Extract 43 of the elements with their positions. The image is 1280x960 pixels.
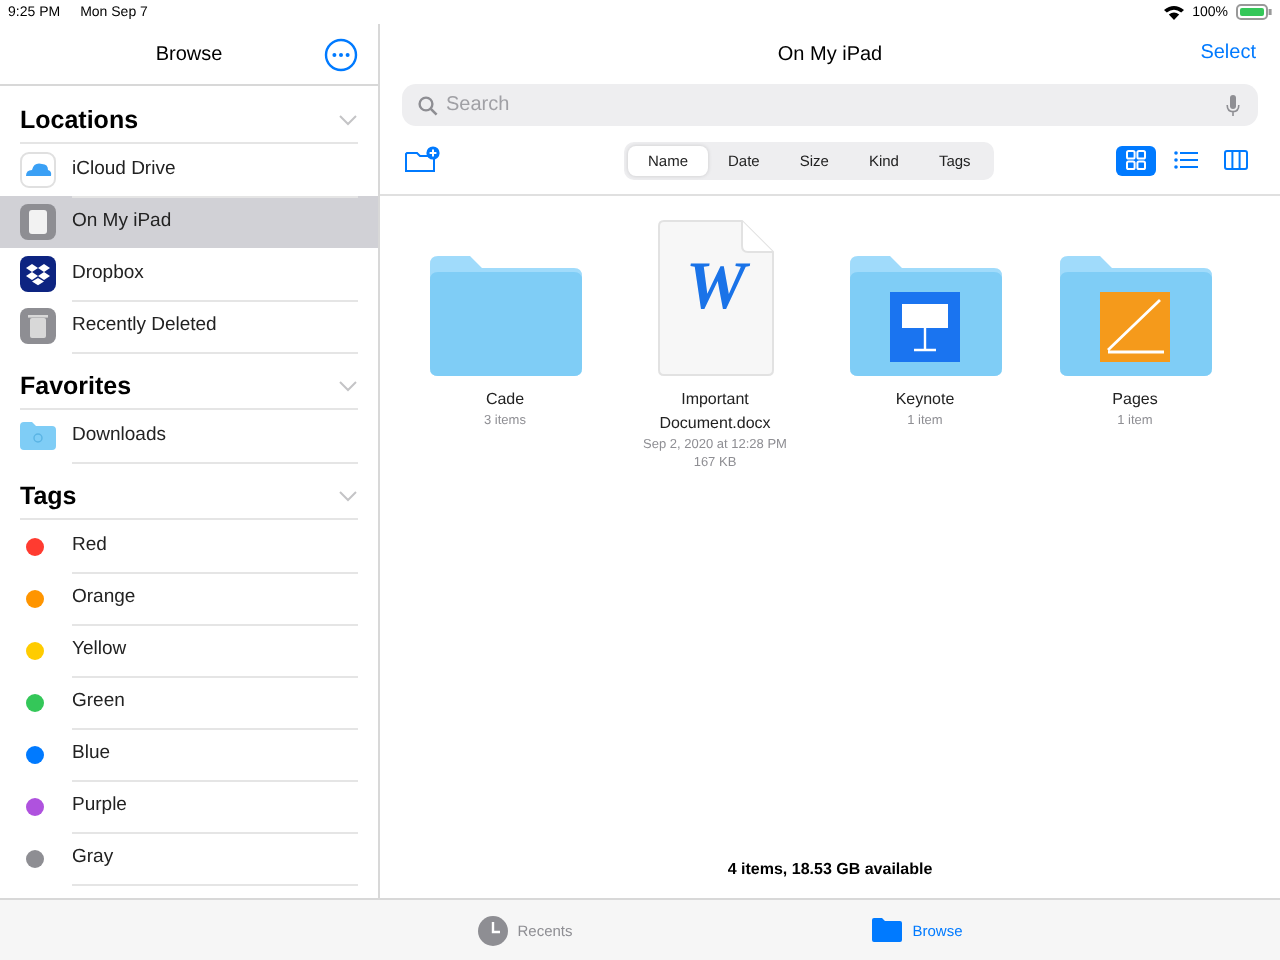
sidebar-item[interactable]: Gray	[0, 832, 378, 884]
list-icon	[1174, 150, 1198, 170]
folder-title: On My iPad	[777, 43, 883, 65]
cloud-icon	[20, 152, 56, 188]
grid-view-button[interactable]	[1116, 145, 1156, 175]
folder-icon[interactable]	[1059, 256, 1211, 376]
wifi-icon	[1164, 4, 1185, 20]
file-name: Pages	[1112, 388, 1158, 412]
word-logo: W	[684, 250, 746, 324]
file-name: Keynote	[895, 388, 955, 412]
grid-icon	[1126, 150, 1146, 170]
section-title: Tags	[20, 482, 77, 510]
select-button[interactable]: Select	[1200, 42, 1256, 64]
document-icon[interactable]: W	[657, 220, 773, 376]
sidebar-item[interactable]: Yellow	[0, 624, 378, 676]
folder-icon[interactable]	[849, 256, 1001, 376]
ipad-icon	[20, 204, 56, 240]
folder-icon	[872, 918, 903, 942]
sidebar-item[interactable]: Purple	[0, 780, 378, 832]
search-field[interactable]: Search	[402, 84, 1258, 126]
columns-icon	[1224, 150, 1248, 170]
more-icon[interactable]	[324, 38, 358, 72]
sidebar-item[interactable]: Downloads	[0, 410, 378, 462]
trash-icon	[20, 308, 56, 344]
microphone-icon[interactable]	[1226, 94, 1240, 116]
battery-icon	[1236, 4, 1272, 20]
section-title: Favorites	[20, 372, 132, 400]
section-title: Locations	[20, 106, 139, 134]
sidebar-item[interactable]: Blue	[0, 728, 378, 780]
storage-summary: 4 items, 18.53 GB available	[725, 860, 935, 878]
clock-icon	[477, 915, 508, 945]
sidebar-item[interactable]: On My iPad	[0, 196, 378, 248]
sidebar-item[interactable]: Green	[0, 676, 378, 728]
dropbox-icon	[20, 256, 56, 292]
folder-icon	[20, 422, 56, 450]
file-name: Cade	[485, 388, 525, 412]
sidebar-title: Browse	[155, 43, 223, 65]
new-folder-icon[interactable]	[404, 146, 440, 174]
sidebar-item[interactable]: Dropbox	[0, 248, 378, 300]
file-name: Important Document.docx	[657, 388, 773, 436]
sidebar-item[interactable]: Orange	[0, 572, 378, 624]
sidebar-item[interactable]: Red	[0, 520, 378, 572]
sidebar-item[interactable]: Recently Deleted	[0, 300, 378, 352]
